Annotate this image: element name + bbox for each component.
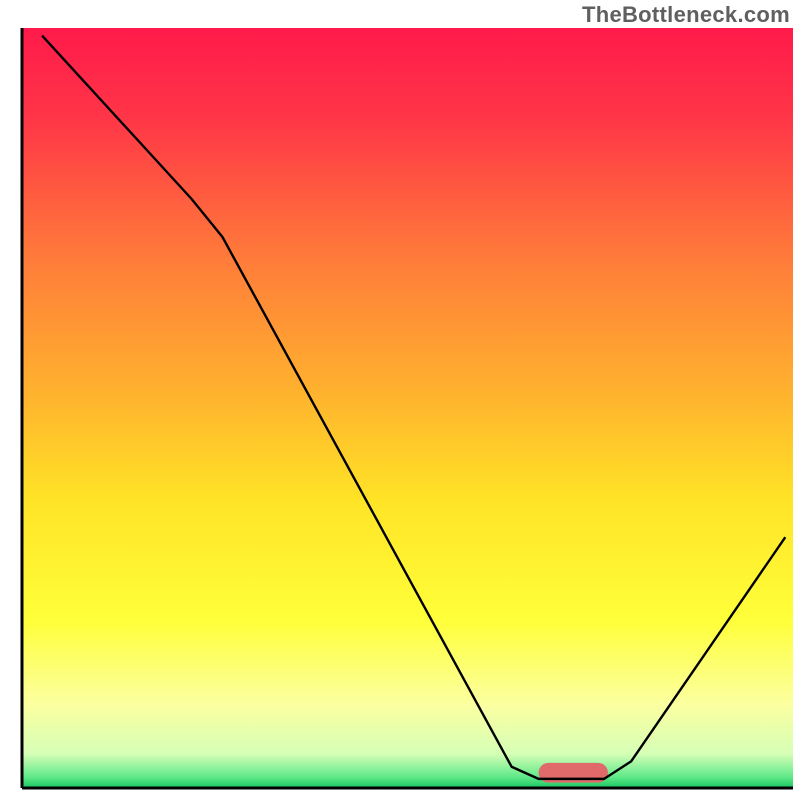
watermark-text: TheBottleneck.com — [582, 2, 790, 28]
bottleneck-chart — [0, 0, 800, 800]
chart-background — [22, 28, 793, 788]
